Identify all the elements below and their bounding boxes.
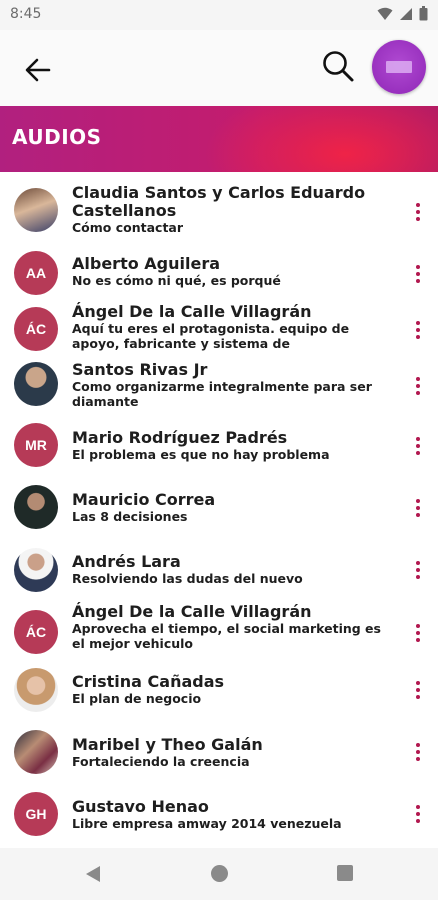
list-item-subtitle: Las 8 decisiones <box>72 509 188 524</box>
avatar <box>14 668 58 712</box>
list-item-text: Gustavo Henao Libre empresa amway 2014 v… <box>72 797 394 832</box>
audio-list: Claudia Santos y Carlos Eduardo Castella… <box>0 172 438 848</box>
wifi-icon <box>377 7 393 20</box>
status-icons <box>377 6 428 21</box>
nav-home-icon[interactable] <box>211 865 228 882</box>
more-options-button[interactable] <box>406 676 430 704</box>
status-time: 8:45 <box>10 6 42 22</box>
list-item-subtitle: Aprovecha el tiempo, el social marketing… <box>72 621 381 651</box>
list-item-title: Andrés Lara <box>72 552 181 571</box>
more-options-button[interactable] <box>406 260 430 288</box>
list-item-title: Ángel De la Calle Villagrán <box>72 602 312 621</box>
list-item[interactable]: MR Mario Rodríguez Padrés El problema es… <box>0 422 438 484</box>
list-item-text: Alberto Aguilera No es cómo ni qué, es p… <box>72 254 394 289</box>
list-item-text: Andrés Lara Resolviendo las dudas del nu… <box>72 552 394 587</box>
list-item-subtitle: Como organizarme integralmente para ser … <box>72 379 372 409</box>
more-options-button[interactable] <box>406 494 430 522</box>
list-item-text: Maribel y Theo Galán Fortaleciendo la cr… <box>72 735 394 770</box>
avatar <box>14 188 58 232</box>
section-title: AUDIOS <box>12 125 102 149</box>
back-button[interactable] <box>18 50 58 90</box>
more-options-button[interactable] <box>406 556 430 584</box>
avatar: ÁC <box>14 610 58 654</box>
more-options-button[interactable] <box>406 372 430 400</box>
list-item-subtitle: Resolviendo las dudas del nuevo <box>72 571 303 586</box>
list-item-title: Maribel y Theo Galán <box>72 735 263 754</box>
list-item-title: Claudia Santos y Carlos Eduardo Castella… <box>72 183 366 220</box>
list-item-text: Cristina Cañadas El plan de negocio <box>72 672 394 707</box>
profile-avatar-icon <box>386 61 412 73</box>
avatar: MR <box>14 423 58 467</box>
avatar <box>14 362 58 406</box>
avatar: ÁC <box>14 307 58 351</box>
search-icon <box>323 51 354 82</box>
list-item[interactable]: Claudia Santos y Carlos Eduardo Castella… <box>0 182 438 244</box>
list-item-text: Ángel De la Calle Villagrán Aquí tu eres… <box>72 302 394 352</box>
more-options-button[interactable] <box>406 432 430 460</box>
list-item[interactable]: Maribel y Theo Galán Fortaleciendo la cr… <box>0 728 438 790</box>
list-item[interactable]: ÁC Ángel De la Calle Villagrán Aprovecha… <box>0 602 438 668</box>
app-bar <box>0 30 438 106</box>
avatar <box>14 485 58 529</box>
list-item-subtitle: Fortaleciendo la creencia <box>72 754 250 769</box>
battery-icon <box>419 6 428 21</box>
list-item-subtitle: No es cómo ni qué, es porqué <box>72 273 281 288</box>
list-item-subtitle: Aquí tu eres el protagonista. equipo de … <box>72 321 350 351</box>
avatar <box>14 730 58 774</box>
list-item-subtitle: Libre empresa amway 2014 venezuela <box>72 816 342 831</box>
nav-back-icon[interactable] <box>85 865 101 883</box>
list-item-subtitle: El plan de negocio <box>72 691 202 706</box>
list-item-title: Cristina Cañadas <box>72 672 225 691</box>
search-button[interactable] <box>316 44 360 88</box>
nav-recents-icon[interactable] <box>337 865 353 881</box>
more-options-button[interactable] <box>406 198 430 226</box>
list-item-title: Ángel De la Calle Villagrán <box>72 302 312 321</box>
list-item-title: Alberto Aguilera <box>72 254 221 273</box>
more-options-button[interactable] <box>406 619 430 647</box>
list-item-subtitle: Cómo contactar <box>72 220 184 235</box>
list-item-title: Santos Rivas Jr <box>72 360 208 379</box>
list-item-text: Ángel De la Calle Villagrán Aprovecha el… <box>72 602 394 652</box>
list-item-text: Santos Rivas Jr Como organizarme integra… <box>72 360 394 410</box>
avatar: GH <box>14 792 58 836</box>
list-item-title: Mario Rodríguez Padrés <box>72 428 288 447</box>
avatar <box>14 548 58 592</box>
list-item[interactable]: AA Alberto Aguilera No es cómo ni qué, e… <box>0 244 438 306</box>
more-options-button[interactable] <box>406 316 430 344</box>
status-bar: 8:45 <box>0 0 438 30</box>
list-item[interactable]: ÁC Ángel De la Calle Villagrán Aquí tu e… <box>0 302 438 368</box>
system-nav-bar <box>0 848 438 900</box>
list-item[interactable]: Santos Rivas Jr Como organizarme integra… <box>0 360 438 424</box>
list-item[interactable]: Andrés Lara Resolviendo las dudas del nu… <box>0 546 438 608</box>
signal-icon <box>400 7 412 20</box>
list-item[interactable]: Cristina Cañadas El plan de negocio <box>0 668 438 730</box>
list-item-text: Mauricio Correa Las 8 decisiones <box>72 490 394 525</box>
list-item-subtitle: El problema es que no hay problema <box>72 447 330 462</box>
list-item[interactable]: Mauricio Correa Las 8 decisiones <box>0 484 438 546</box>
list-item-text: Claudia Santos y Carlos Eduardo Castella… <box>72 183 394 236</box>
profile-button[interactable] <box>372 40 426 94</box>
more-options-button[interactable] <box>406 800 430 828</box>
arrow-left-icon <box>25 58 51 82</box>
avatar: AA <box>14 251 58 295</box>
list-item[interactable]: GH Gustavo Henao Libre empresa amway 201… <box>0 790 438 852</box>
list-item-title: Gustavo Henao <box>72 797 209 816</box>
list-item-title: Mauricio Correa <box>72 490 216 509</box>
list-item-text: Mario Rodríguez Padrés El problema es qu… <box>72 428 394 463</box>
section-header: AUDIOS <box>0 106 438 172</box>
more-options-button[interactable] <box>406 738 430 766</box>
